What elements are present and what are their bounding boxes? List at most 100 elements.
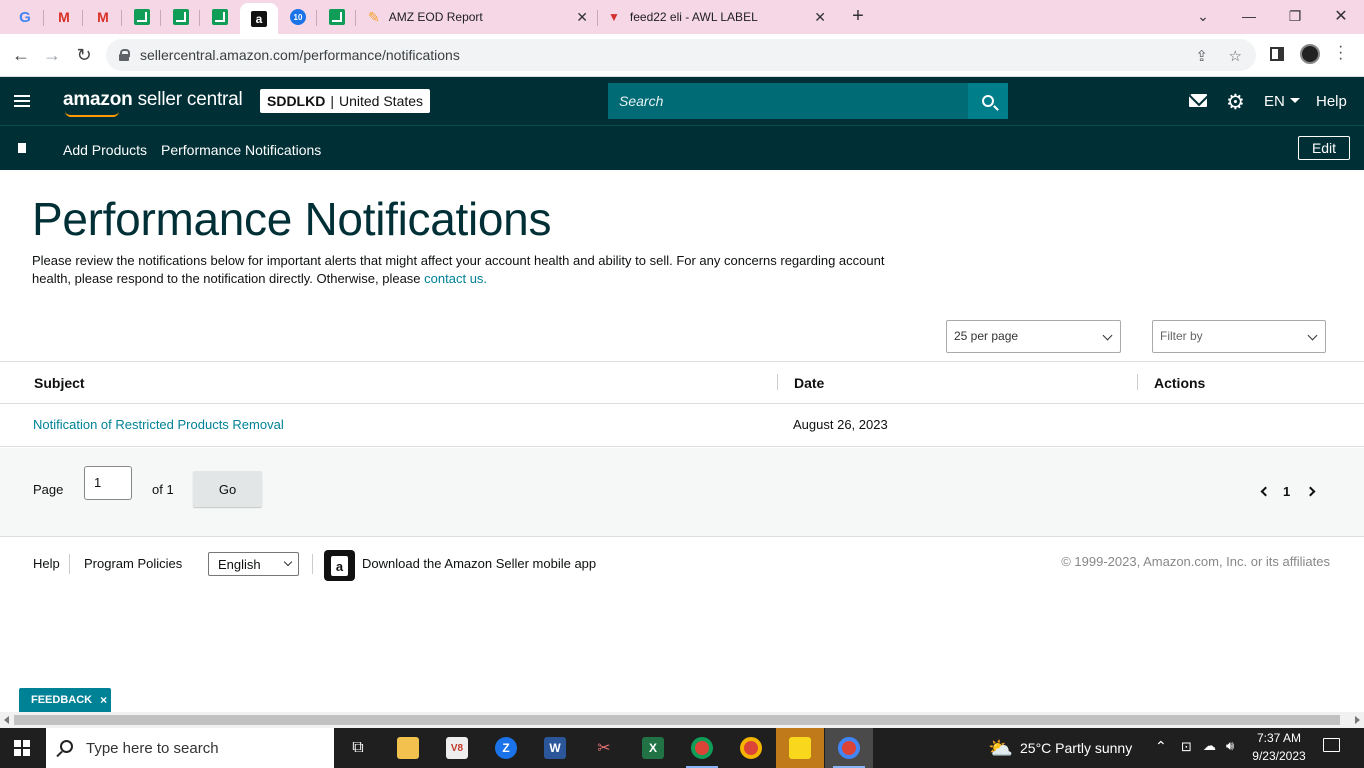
- forward-button[interactable]: →: [39, 42, 65, 68]
- bookmark-icon[interactable]: [18, 143, 26, 156]
- clock-time[interactable]: 7:37 AM: [1252, 731, 1306, 745]
- volume-icon[interactable]: 🔊︎: [1226, 738, 1234, 754]
- column-subject[interactable]: Subject: [34, 375, 85, 391]
- go-button[interactable]: Go: [193, 471, 262, 507]
- gmail-icon: M: [58, 9, 70, 25]
- tab-sheets-4[interactable]: [318, 3, 356, 31]
- close-window-button[interactable]: ✕: [1327, 4, 1355, 28]
- previous-page-icon[interactable]: [1260, 486, 1271, 497]
- page-title: Performance Notifications: [32, 193, 552, 245]
- notification-date: August 26, 2023: [793, 417, 888, 432]
- mail-icon[interactable]: [1189, 94, 1207, 107]
- search-icon: [60, 740, 73, 753]
- tab-google[interactable]: G: [6, 3, 44, 31]
- meet-now-icon[interactable]: ⊡: [1181, 739, 1192, 755]
- amazon-icon: a: [251, 10, 267, 27]
- tab-amazon-active[interactable]: a: [240, 3, 278, 34]
- tab-ten[interactable]: 10: [279, 3, 317, 31]
- reload-button[interactable]: ↻: [71, 42, 97, 68]
- footer-help-link[interactable]: Help: [33, 556, 60, 571]
- scroll-left-icon[interactable]: [4, 716, 9, 724]
- tab-sheets-3[interactable]: [201, 3, 239, 31]
- sheets-icon: [329, 9, 345, 25]
- ten-badge-icon: 10: [290, 9, 306, 25]
- bookmark-add-products[interactable]: Add Products: [63, 142, 147, 158]
- column-date[interactable]: Date: [794, 375, 824, 391]
- store-switcher[interactable]: SDDLKD | United States: [260, 89, 431, 113]
- notification-subject-link[interactable]: Notification of Restricted Products Remo…: [33, 417, 284, 432]
- clock-date[interactable]: 9/23/2023: [1250, 749, 1308, 763]
- sticky-notes-icon[interactable]: [776, 728, 824, 768]
- notifications-icon[interactable]: [1323, 738, 1340, 752]
- profile-avatar[interactable]: [1300, 44, 1320, 64]
- chrome-icon[interactable]: [678, 728, 726, 768]
- chevron-down-icon: [1307, 330, 1318, 341]
- new-tab-button[interactable]: +: [844, 4, 872, 28]
- download-app-link[interactable]: Download the Amazon Seller mobile app: [362, 556, 596, 571]
- tab-sheets-1[interactable]: [123, 3, 161, 31]
- tab-amz-eod-report[interactable]: ✎ AMZ EOD Report ✕: [358, 3, 598, 31]
- network-icon[interactable]: ☁: [1203, 738, 1216, 754]
- gear-icon[interactable]: ⚙: [1226, 90, 1245, 115]
- copyright-text: © 1999-2023, Amazon.com, Inc. or its aff…: [1061, 554, 1330, 569]
- amazon-smile-icon: [65, 111, 119, 117]
- filter-select[interactable]: Filter by: [1152, 320, 1326, 353]
- weather-icon[interactable]: ⛅: [988, 736, 1013, 761]
- hamburger-menu-icon[interactable]: [14, 95, 30, 107]
- seller-central-logo[interactable]: amazon seller central: [63, 89, 243, 117]
- sheets-icon: [212, 9, 228, 25]
- snipping-tool-icon[interactable]: ✂: [580, 728, 628, 768]
- next-page-icon[interactable]: [1305, 486, 1316, 497]
- current-page-number[interactable]: 1: [1283, 484, 1290, 499]
- excel-icon[interactable]: X: [629, 728, 677, 768]
- program-policies-link[interactable]: Program Policies: [84, 556, 182, 571]
- back-button[interactable]: ←: [8, 42, 34, 68]
- logo-amazon: amazon: [63, 89, 133, 110]
- scroll-right-icon[interactable]: [1355, 716, 1360, 724]
- tab-title: feed22 eli - AWL LABEL: [629, 10, 758, 24]
- chrome-active-icon[interactable]: [825, 728, 873, 768]
- zalo-icon[interactable]: Z: [482, 728, 530, 768]
- weather-text[interactable]: 25°C Partly sunny: [1020, 740, 1132, 756]
- language-dropdown[interactable]: EN: [1264, 93, 1300, 110]
- browser-menu-icon[interactable]: · · ·: [1338, 39, 1343, 67]
- bookmark-performance-notifications[interactable]: Performance Notifications: [161, 142, 321, 158]
- url-omnibox[interactable]: sellercentral.amazon.com/performance/not…: [106, 39, 1256, 71]
- close-icon[interactable]: ✕: [576, 9, 588, 26]
- tab-search-chevron-icon[interactable]: ⌄: [1189, 4, 1217, 28]
- minimize-button[interactable]: —: [1235, 4, 1263, 28]
- tab-gmail-1[interactable]: M: [45, 3, 83, 31]
- windows-start-icon[interactable]: [14, 740, 30, 756]
- word-icon[interactable]: W: [531, 728, 579, 768]
- search-input[interactable]: Search: [608, 83, 968, 119]
- footer-language-select[interactable]: English: [208, 552, 299, 576]
- file-explorer-icon[interactable]: [384, 728, 432, 768]
- horizontal-scrollbar[interactable]: [0, 712, 1364, 728]
- seller-central-header: amazon seller central SDDLKD | United St…: [0, 77, 1364, 125]
- search-button[interactable]: [968, 83, 1008, 119]
- feedback-button[interactable]: FEEDBACK ×: [19, 688, 111, 712]
- contact-us-link[interactable]: contact us.: [424, 271, 487, 286]
- seller-app-icon[interactable]: a: [324, 550, 355, 581]
- tab-sheets-2[interactable]: [162, 3, 200, 31]
- url-text: sellercentral.amazon.com/performance/not…: [140, 47, 460, 63]
- task-view-icon[interactable]: ⧉: [334, 728, 382, 768]
- logo-seller-central: seller central: [132, 89, 243, 110]
- feedback-close-icon[interactable]: ×: [100, 693, 107, 707]
- edit-bookmarks-button[interactable]: Edit: [1298, 136, 1350, 160]
- per-page-select[interactable]: 25 per page: [946, 320, 1121, 353]
- star-icon[interactable]: ☆: [1229, 47, 1242, 65]
- scrollbar-thumb[interactable]: [14, 715, 1340, 725]
- share-icon[interactable]: ⇪: [1195, 47, 1208, 65]
- taskbar-search-input[interactable]: Type here to search: [46, 728, 334, 768]
- tab-gmail-2[interactable]: M: [84, 3, 122, 31]
- app-v8-icon[interactable]: V8: [433, 728, 481, 768]
- page-number-input[interactable]: 1: [84, 466, 132, 500]
- side-panel-icon[interactable]: [1270, 47, 1284, 61]
- chrome-profile-icon[interactable]: [727, 728, 775, 768]
- close-icon[interactable]: ✕: [814, 9, 826, 26]
- tray-chevron-up-icon[interactable]: ⌃: [1155, 738, 1167, 755]
- tab-feed22[interactable]: ▼ feed22 eli - AWL LABEL ✕: [598, 3, 836, 31]
- help-link[interactable]: Help: [1316, 93, 1347, 110]
- restore-button[interactable]: ❐: [1281, 4, 1309, 28]
